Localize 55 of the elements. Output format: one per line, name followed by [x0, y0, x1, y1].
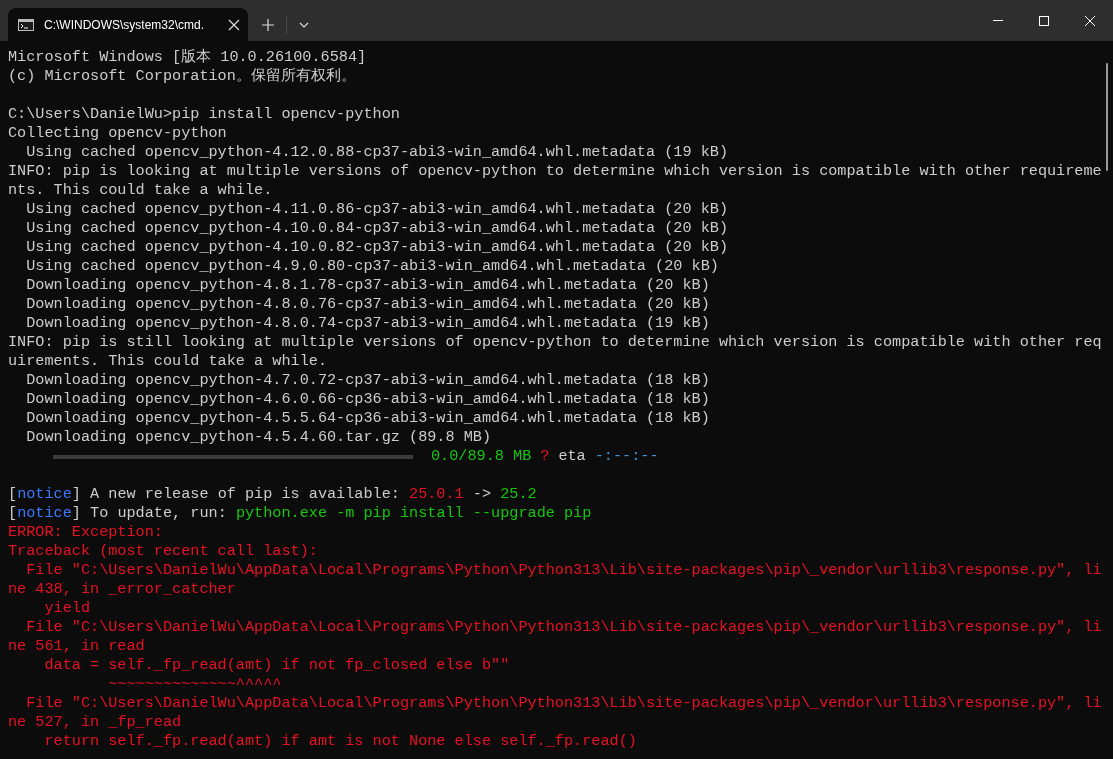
error-text: ? — [540, 447, 550, 466]
error-text: Traceback (most recent call last): — [8, 542, 318, 560]
error-text: yield — [43, 599, 91, 617]
error-text: ~~~~~~~~~~~~~~^^^^^ — [107, 675, 282, 693]
output-text: C:\Users\DanielWu>pip install opencv-python — [8, 105, 400, 123]
highlight-text: python.exe -m pip install --upgrade pip — [235, 504, 592, 522]
output-text: -> — [471, 485, 493, 503]
terminal-icon — [18, 18, 34, 31]
highlight-text: 25.2 — [500, 485, 537, 503]
output-text: INFO: pip is still looking at multiple versions of opencv-python to determine which version is compatible with other req — [8, 333, 1102, 351]
output-text: Collecting opencv-python — [8, 124, 227, 142]
new-tab-icon[interactable] — [262, 18, 274, 31]
output-text: Using cached opencv_python-4.10.0.82-cp37-abi3-win_amd64.whl.metadata (20 kB) — [25, 238, 728, 256]
error-text: ERROR: Exception: — [8, 523, 163, 541]
output-text: Downloading opencv_python-4.7.0.72-cp37-abi3-win_amd64.whl.metadata (18 kB) — [25, 371, 710, 389]
notice-tag: notice — [17, 504, 72, 522]
output-text: Using cached opencv_python-4.12.0.88-cp37-abi3-win_amd64.whl.metadata (19 kB) — [25, 143, 728, 161]
scrollbar-thumb[interactable] — [1106, 63, 1108, 171]
error-text: data = self._fp_read(amt) if not fp_closed else b"" — [43, 656, 510, 674]
output-text: Downloading opencv_python-4.8.0.74-cp37-abi3-win_amd64.whl.metadata (19 kB) — [25, 314, 710, 332]
highlight-text: 0.0/89.8 MB — [431, 447, 532, 466]
output-text: Using cached opencv_python-4.10.0.84-cp37-abi3-win_amd64.whl.metadata (20 kB) — [25, 219, 728, 237]
tab-title: C:\WINDOWS\system32\cmd. — [44, 16, 205, 34]
output-text: (c) Microsoft Corporation。保留所有权利。 — [8, 67, 356, 85]
output-text: [ — [8, 504, 18, 522]
error-text: return self._fp.read(amt) if amt is not None else self._fp.read() — [43, 732, 637, 750]
output-text: Using cached opencv_python-4.11.0.86-cp37-abi3-win_amd64.whl.metadata (20 kB) — [25, 200, 728, 218]
output-text: Downloading opencv_python-4.5.4.60.tar.gz (89.8 MB) — [25, 428, 492, 446]
output-text: Microsoft Windows [版本 10.0.26100.6584] — [8, 48, 367, 66]
error-text: File "C:\Users\DanielWu\AppData\Local\Programs\Python\Python313\Lib\site-packages\pip\_vendor\urllib3\response.py", li — [25, 694, 1102, 712]
output-text: Downloading opencv_python-4.8.0.76-cp37-abi3-win_amd64.whl.metadata (20 kB) — [25, 295, 710, 313]
output-text: ] A new release of pip is available: — [71, 485, 401, 503]
error-text: File "C:\Users\DanielWu\AppData\Local\Programs\Python\Python313\Lib\site-packages\pip\_vendor\urllib3\response.py", li — [25, 561, 1102, 579]
error-text: ne 527, in _fp_read — [8, 713, 182, 731]
output-text: Using cached opencv_python-4.9.0.80-cp37-abi3-win_amd64.whl.metadata (20 kB) — [25, 257, 719, 275]
output-text: Downloading opencv_python-4.8.1.78-cp37-abi3-win_amd64.whl.metadata (20 kB) — [25, 276, 710, 294]
dropdown-chevron-icon[interactable] — [299, 21, 309, 28]
minimize-icon[interactable] — [993, 19, 1003, 22]
output-text: eta — [558, 447, 586, 466]
output-text: nts. This could take a while. — [8, 181, 273, 199]
close-icon[interactable] — [228, 18, 240, 31]
error-text: ne 561, in read — [8, 637, 145, 655]
notice-tag: notice — [17, 485, 72, 503]
eta-text: -:--:-- — [594, 447, 659, 466]
terminal-tab[interactable]: C:\WINDOWS\system32\cmd. — [8, 8, 248, 41]
output-text: uirements. This could take a while. — [8, 352, 327, 370]
error-text: 25.0.1 — [409, 485, 464, 503]
output-text: [ — [8, 485, 18, 503]
maximize-icon[interactable] — [1039, 15, 1049, 26]
output-text: Downloading opencv_python-4.5.5.64-cp36-abi3-win_amd64.whl.metadata (18 kB) — [25, 409, 710, 427]
error-text: File "C:\Users\DanielWu\AppData\Local\Programs\Python\Python313\Lib\site-packages\pip\_vendor\urllib3\response.py", li — [25, 618, 1102, 636]
output-text: INFO: pip is looking at multiple versions of opencv-python to determine which version is compatible with other requireme — [8, 162, 1102, 180]
output-text: ] To update, run: — [71, 504, 228, 522]
error-text: ne 438, in _error_catcher — [8, 580, 236, 598]
output-text: Downloading opencv_python-4.6.0.66-cp36-abi3-win_amd64.whl.metadata (18 kB) — [25, 390, 710, 408]
